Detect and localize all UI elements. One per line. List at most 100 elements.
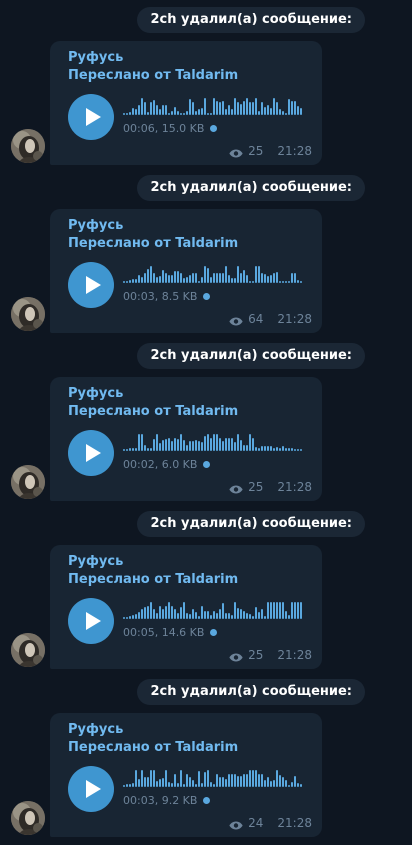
sender-avatar[interactable]	[11, 297, 45, 331]
waveform-bar	[297, 280, 299, 283]
waveform-bar	[138, 612, 140, 619]
voice-message-bubble[interactable]: Руфусь Переслано от Taldarim 00:03, 9.2 KB…	[50, 713, 322, 837]
waveform-bar	[156, 277, 158, 283]
unplayed-dot-icon	[203, 461, 211, 468]
waveform-bar	[288, 785, 290, 787]
waveform-bar	[252, 770, 254, 787]
forwarded-from-label[interactable]: Переслано от Taldarim	[68, 404, 238, 419]
waveform-bar	[195, 784, 197, 787]
message-time: 21:28	[277, 816, 312, 830]
waveform-bar	[228, 438, 230, 451]
waveform-bar	[132, 279, 134, 283]
waveform-bar	[216, 273, 218, 283]
waveform-bar	[246, 774, 248, 787]
waveform-bar	[174, 271, 176, 283]
waveform-bar	[150, 102, 152, 115]
waveform-bar	[267, 276, 269, 283]
waveform-bar	[144, 445, 146, 451]
play-button[interactable]	[68, 94, 114, 140]
waveform-bar	[150, 266, 152, 283]
voice-waveform[interactable]	[123, 431, 309, 451]
waveform-bar	[240, 776, 242, 787]
waveform-bar	[252, 438, 254, 451]
waveform-bar	[129, 280, 131, 283]
waveform-bar	[261, 446, 263, 451]
forwarded-from-label[interactable]: Переслано от Taldarim	[68, 740, 238, 755]
voice-waveform[interactable]	[123, 95, 309, 115]
waveform-bar	[270, 781, 272, 787]
waveform-bar	[138, 779, 140, 787]
waveform-bar	[300, 281, 302, 283]
voice-waveform[interactable]	[123, 263, 309, 283]
voice-waveform[interactable]	[123, 599, 309, 619]
waveform-bar	[267, 777, 269, 787]
waveform-bar	[192, 441, 194, 451]
waveform-bar	[225, 109, 227, 115]
forwarded-from-label[interactable]: Переслано от Taldarim	[68, 68, 238, 83]
waveform-bar	[243, 774, 245, 787]
waveform-bar	[147, 777, 149, 787]
voice-message-bubble[interactable]: Руфусь Переслано от Taldarim 00:05, 14.6 K…	[50, 545, 322, 669]
sender-name[interactable]: Руфусь	[68, 722, 123, 737]
waveform-bar	[192, 102, 194, 115]
voice-message-bubble[interactable]: Руфусь Переслано от Taldarim 00:03, 8.5 KB…	[50, 209, 322, 333]
waveform-bar	[123, 113, 125, 115]
waveform-bar	[183, 602, 185, 619]
waveform-bar	[243, 270, 245, 283]
sender-name[interactable]: Руфусь	[68, 386, 123, 401]
play-button[interactable]	[68, 766, 114, 812]
waveform-bar	[297, 106, 299, 115]
sender-name[interactable]: Руфусь	[68, 218, 123, 233]
voice-waveform[interactable]	[123, 767, 309, 787]
waveform-bar	[156, 434, 158, 451]
sender-avatar[interactable]	[11, 801, 45, 835]
waveform-bar	[183, 278, 185, 283]
waveform-bar	[201, 606, 203, 619]
waveform-bar	[255, 607, 257, 619]
message-stats: 25 21:28	[229, 144, 312, 158]
view-count: 25	[248, 480, 264, 494]
play-button[interactable]	[68, 598, 114, 644]
waveform-bar	[240, 609, 242, 619]
waveform-bar	[207, 770, 209, 787]
waveform-bar	[177, 111, 179, 115]
waveform-bar	[189, 441, 191, 451]
waveform-bar	[240, 440, 242, 451]
sender-avatar[interactable]	[11, 465, 45, 499]
waveform-bar	[243, 611, 245, 619]
waveform-bar	[225, 613, 227, 619]
waveform-bar	[138, 434, 140, 451]
forwarded-from-label[interactable]: Переслано от Taldarim	[68, 572, 238, 587]
voice-message-bubble[interactable]: Руфусь Переслано от Taldarim 00:06, 15.0 K…	[50, 41, 322, 165]
waveform-bar	[249, 102, 251, 115]
sender-name[interactable]: Руфусь	[68, 554, 123, 569]
play-button[interactable]	[68, 262, 114, 308]
waveform-bar	[165, 770, 167, 787]
voice-meta: 00:06, 15.0 KB	[123, 122, 218, 135]
sender-name[interactable]: Руфусь	[68, 50, 123, 65]
waveform-bar	[135, 109, 137, 115]
waveform-bar	[291, 602, 293, 619]
voice-message-bubble[interactable]: Руфусь Переслано от Taldarim 00:02, 6.0 KB…	[50, 377, 322, 501]
waveform-bar	[177, 271, 179, 283]
waveform-bar	[294, 449, 296, 451]
sender-avatar[interactable]	[11, 633, 45, 667]
sender-avatar[interactable]	[11, 129, 45, 163]
waveform-bar	[126, 281, 128, 283]
unplayed-dot-icon	[203, 797, 211, 804]
waveform-bar	[276, 102, 278, 115]
waveform-bar	[291, 101, 293, 115]
waveform-bar	[192, 273, 194, 283]
play-button[interactable]	[68, 430, 114, 476]
forwarded-from-label[interactable]: Переслано от Taldarim	[68, 236, 238, 251]
waveform-bar	[225, 266, 227, 283]
waveform-bar	[156, 105, 158, 115]
waveform-bar	[213, 98, 215, 115]
message-time: 21:28	[277, 144, 312, 158]
waveform-bar	[222, 101, 224, 115]
waveform-bar	[264, 616, 266, 619]
waveform-bar	[204, 266, 206, 283]
waveform-bar	[165, 273, 167, 283]
waveform-bar	[267, 105, 269, 115]
waveform-bar	[255, 98, 257, 115]
